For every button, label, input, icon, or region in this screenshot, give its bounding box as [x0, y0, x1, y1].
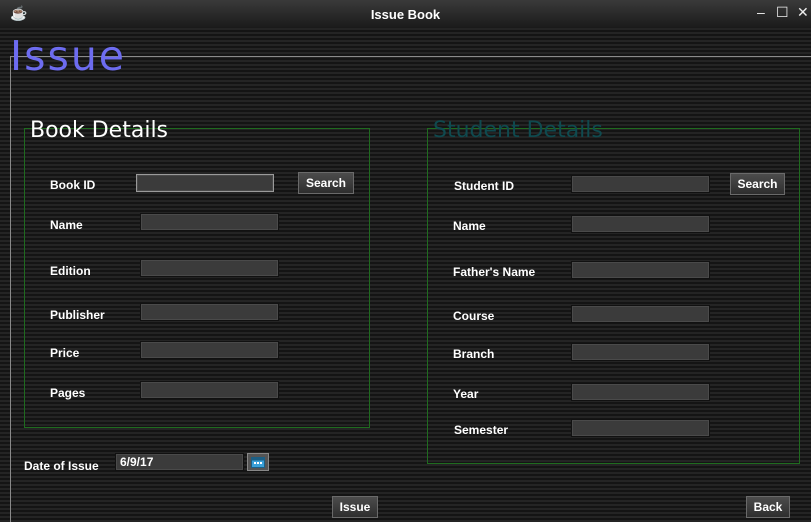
student-details-title: Student Details [433, 118, 603, 143]
book-name-field[interactable] [140, 213, 279, 231]
fathers-name-label: Father's Name [453, 265, 536, 279]
title-bar: ☕ Issue Book – ☐ ✕ [0, 0, 811, 29]
frame-border-left [10, 56, 11, 522]
publisher-label: Publisher [50, 308, 105, 322]
date-of-issue-label: Date of Issue [24, 459, 99, 473]
student-search-button[interactable]: Search [730, 173, 785, 195]
student-name-label: Name [453, 219, 486, 233]
book-name-label: Name [50, 218, 83, 232]
page-heading: Issue [10, 32, 127, 80]
price-label: Price [50, 346, 80, 360]
edition-field[interactable] [140, 259, 279, 277]
semester-field[interactable] [571, 419, 710, 437]
student-name-field[interactable] [571, 215, 710, 233]
calendar-button[interactable] [247, 453, 269, 471]
back-button[interactable]: Back [746, 496, 790, 518]
issue-button[interactable]: Issue [332, 496, 378, 518]
branch-label: Branch [453, 347, 495, 361]
book-id-label: Book ID [50, 178, 96, 192]
course-label: Course [453, 309, 495, 323]
window-title: Issue Book [370, 7, 441, 22]
branch-field[interactable] [571, 343, 710, 361]
calendar-icon [251, 457, 265, 468]
course-field[interactable] [571, 305, 710, 323]
semester-label: Semester [454, 423, 509, 437]
book-search-button[interactable]: Search [298, 172, 354, 194]
content-area: Issue Book Details Book ID Search Name E… [0, 28, 811, 522]
minimize-button[interactable]: – [757, 4, 765, 20]
date-of-issue-field[interactable] [115, 453, 244, 471]
publisher-field[interactable] [140, 303, 279, 321]
year-label: Year [453, 387, 479, 401]
year-field[interactable] [571, 383, 710, 401]
pages-field[interactable] [140, 381, 279, 399]
close-button[interactable]: ✕ [797, 4, 809, 21]
pages-label: Pages [50, 386, 86, 400]
maximize-button[interactable]: ☐ [776, 4, 789, 21]
fathers-name-field[interactable] [571, 261, 710, 279]
student-id-field[interactable] [571, 175, 710, 193]
frame-border-top [10, 56, 811, 57]
book-details-title: Book Details [30, 118, 169, 143]
price-field[interactable] [140, 341, 279, 359]
book-id-field[interactable] [136, 174, 274, 192]
student-id-label: Student ID [454, 179, 514, 193]
edition-label: Edition [50, 264, 91, 278]
